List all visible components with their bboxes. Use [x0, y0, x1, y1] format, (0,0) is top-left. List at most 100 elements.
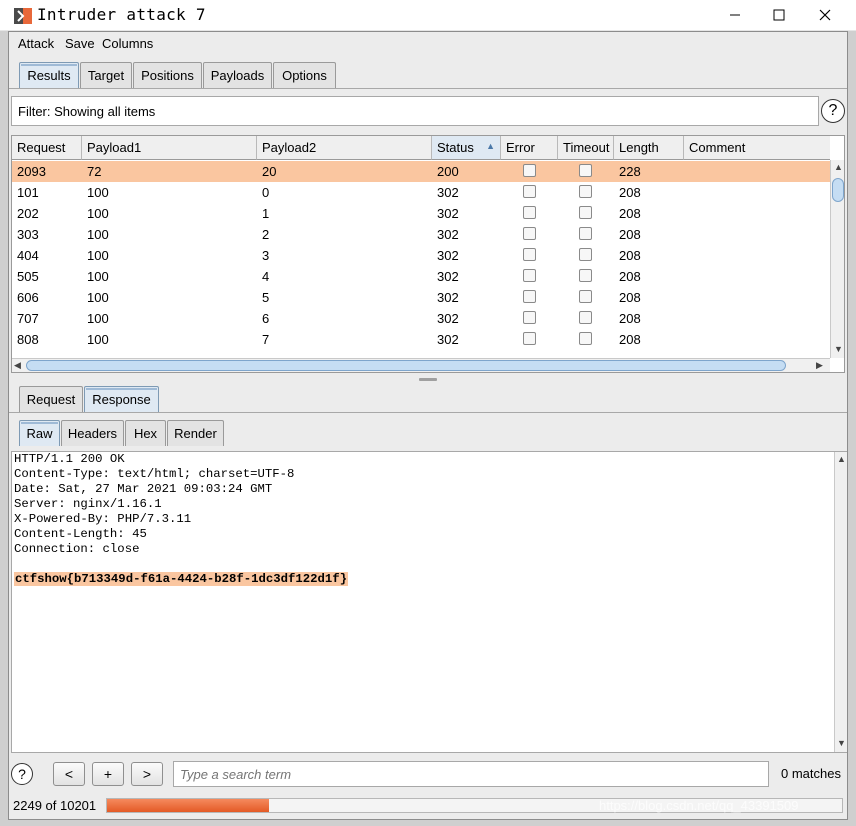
cell-payload2: 4	[262, 269, 270, 284]
tab-request[interactable]: Request	[19, 386, 83, 412]
table-horizontal-scrollbar[interactable]: ◀ ▶	[12, 358, 830, 372]
cell-length: 208	[619, 332, 641, 347]
cell-length: 208	[619, 311, 641, 326]
scroll-down-icon[interactable]: ▼	[834, 344, 843, 354]
tab-headers[interactable]: Headers	[61, 420, 124, 446]
cell-payload1: 100	[87, 206, 109, 221]
error-checkbox	[523, 206, 536, 219]
response-line: Server: nginx/1.16.1	[14, 497, 162, 511]
pane-splitter[interactable]	[419, 378, 437, 381]
cell-payload1: 100	[87, 311, 109, 326]
table-row[interactable]: 707 100 6 302 208	[12, 308, 830, 329]
menu-columns[interactable]: Columns	[102, 36, 153, 51]
table-row[interactable]: 202 100 1 302 208	[12, 203, 830, 224]
tab-options[interactable]: Options	[273, 62, 336, 88]
cell-status: 302	[437, 206, 459, 221]
search-input[interactable]	[173, 761, 769, 787]
tab-results[interactable]: Results	[19, 62, 79, 88]
tab-response[interactable]: Response	[84, 386, 159, 412]
timeout-checkbox	[579, 185, 592, 198]
cell-payload1: 100	[87, 269, 109, 284]
column-header-status-label: Status	[437, 140, 474, 155]
timeout-checkbox	[579, 290, 592, 303]
scroll-up-icon[interactable]: ▲	[834, 162, 843, 172]
cell-length: 208	[619, 185, 641, 200]
response-line: X-Powered-By: PHP/7.3.11	[14, 512, 192, 526]
column-header-length[interactable]: Length	[614, 136, 684, 160]
timeout-checkbox	[579, 164, 592, 177]
table-row[interactable]: 606 100 5 302 208	[12, 287, 830, 308]
cell-payload1: 100	[87, 185, 109, 200]
cell-request: 303	[17, 227, 39, 242]
cell-payload2: 0	[262, 185, 270, 200]
scroll-down-icon[interactable]: ▼	[837, 738, 846, 748]
table-vertical-scrollbar[interactable]: ▲ ▼	[830, 160, 844, 358]
response-vertical-scrollbar[interactable]: ▲ ▼	[834, 452, 847, 752]
intruder-window: Attack Save Columns Results Target Posit…	[8, 31, 848, 820]
response-line: Content-Length: 45	[14, 527, 147, 541]
tab-target[interactable]: Target	[80, 62, 132, 88]
search-previous-button[interactable]: <	[53, 762, 85, 786]
help-icon[interactable]: ?	[821, 99, 845, 123]
response-line: Connection: close	[14, 542, 140, 556]
cell-payload1: 100	[87, 290, 109, 305]
column-header-error[interactable]: Error	[501, 136, 558, 160]
maximize-icon[interactable]	[756, 0, 802, 30]
scroll-up-icon[interactable]: ▲	[837, 454, 846, 464]
column-header-request[interactable]: Request	[12, 136, 82, 160]
cell-payload1: 72	[87, 164, 102, 179]
column-header-payload1[interactable]: Payload1	[82, 136, 257, 160]
timeout-checkbox	[579, 248, 592, 261]
tab-divider	[9, 88, 847, 89]
table-row[interactable]: 404 100 3 302 208	[12, 245, 830, 266]
table-row[interactable]: 2093 72 20 200 228	[12, 161, 830, 182]
scroll-right-icon[interactable]: ▶	[816, 360, 823, 371]
tab-divider	[9, 412, 847, 413]
cell-request: 606	[17, 290, 39, 305]
cell-length: 228	[619, 164, 641, 179]
table-row[interactable]: 808 100 7 302 208	[12, 329, 830, 350]
tab-hex[interactable]: Hex	[125, 420, 166, 446]
cell-payload2: 5	[262, 290, 270, 305]
search-options-button[interactable]: +	[92, 762, 124, 786]
tab-payloads[interactable]: Payloads	[203, 62, 272, 88]
watermark: https://blog.csdn.net/qq_43391509	[599, 798, 799, 813]
tab-positions[interactable]: Positions	[133, 62, 202, 88]
window-title: Intruder attack 7	[37, 5, 206, 24]
error-checkbox	[523, 311, 536, 324]
cell-length: 208	[619, 227, 641, 242]
table-vertical-scroll-thumb[interactable]	[832, 178, 844, 202]
timeout-checkbox	[579, 311, 592, 324]
cell-request: 101	[17, 185, 39, 200]
scroll-left-icon[interactable]: ◀	[14, 360, 21, 371]
close-icon[interactable]	[802, 0, 848, 30]
tab-render[interactable]: Render	[167, 420, 224, 446]
cell-payload1: 100	[87, 248, 109, 263]
table-row[interactable]: 303 100 2 302 208	[12, 224, 830, 245]
cell-request: 505	[17, 269, 39, 284]
cell-status: 302	[437, 269, 459, 284]
menu-save[interactable]: Save	[65, 36, 95, 51]
search-next-button[interactable]: >	[131, 762, 163, 786]
column-header-status[interactable]: Status ▲	[432, 136, 501, 160]
help-icon[interactable]: ?	[11, 763, 33, 785]
cell-payload2: 3	[262, 248, 270, 263]
cell-status: 302	[437, 248, 459, 263]
cell-payload2: 7	[262, 332, 270, 347]
column-header-payload2[interactable]: Payload2	[257, 136, 432, 160]
cell-status: 302	[437, 290, 459, 305]
table-row[interactable]: 101 100 0 302 208	[12, 182, 830, 203]
error-checkbox	[523, 227, 536, 240]
table-horizontal-scroll-thumb[interactable]	[26, 360, 786, 371]
progress-bar-fill	[107, 799, 269, 812]
menu-attack[interactable]: Attack	[18, 36, 54, 51]
column-header-comment[interactable]: Comment	[684, 136, 830, 160]
tab-raw[interactable]: Raw	[19, 420, 60, 446]
column-header-timeout[interactable]: Timeout	[558, 136, 614, 160]
title-bar: Intruder attack 7	[0, 0, 856, 31]
minimize-icon[interactable]	[712, 0, 758, 30]
filter-bar[interactable]: Filter: Showing all items	[11, 96, 819, 126]
timeout-checkbox	[579, 269, 592, 282]
table-row[interactable]: 505 100 4 302 208	[12, 266, 830, 287]
response-text-area[interactable]: HTTP/1.1 200 OK Content-Type: text/html;…	[11, 451, 847, 753]
